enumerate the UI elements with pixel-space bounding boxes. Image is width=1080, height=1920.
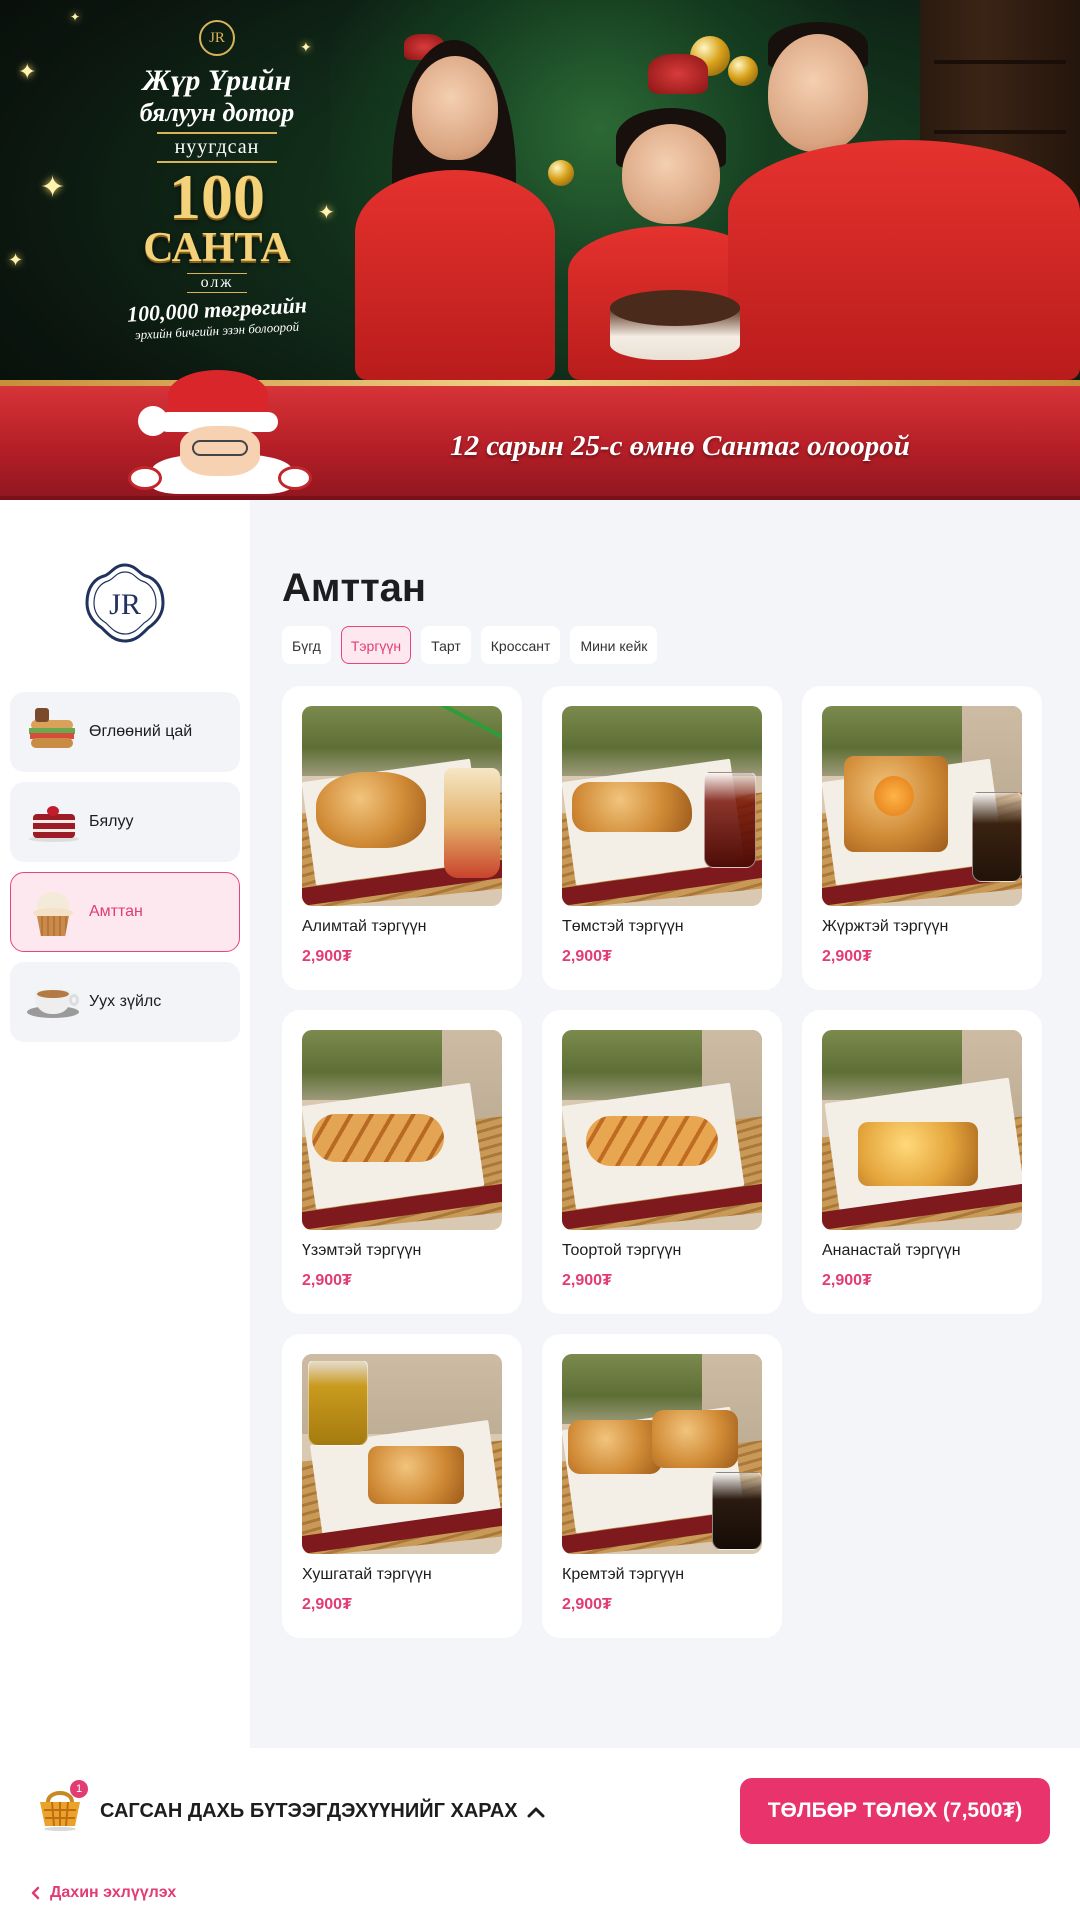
restart-link[interactable]: Дахин эхлүүлэх xyxy=(30,1884,176,1902)
page-title: Амттан xyxy=(282,566,427,610)
product-price: 2,900₮ xyxy=(822,1272,872,1289)
sparkle-icon: ✦ xyxy=(70,10,81,24)
product-card[interactable]: Кремтэй тэргүүн 2,900₮ xyxy=(542,1334,782,1638)
view-cart-button[interactable]: САГСАН ДАХЬ БҮТЭЭГДЭХҮҮНИЙГ ХАРАХ xyxy=(100,1800,546,1823)
product-name: Төмстэй тэргүүн xyxy=(562,918,684,935)
promo-line: бялуун дотор xyxy=(139,98,295,127)
sandwich-icon xyxy=(27,706,79,758)
jr-logo: JR xyxy=(84,562,166,644)
promo-banner[interactable]: ✦ ✦ ✦ ✦ ✦ ✦ JR Жүр Үрийн бялуун дотор ну… xyxy=(0,0,1080,500)
product-photo xyxy=(822,706,1022,906)
svg-text:JR: JR xyxy=(109,588,141,621)
ribbon-text: 12 сарын 25-с өмнө Сантаг олоорой xyxy=(450,430,910,462)
product-price: 2,900₮ xyxy=(302,948,352,965)
christmas-cake xyxy=(591,290,759,372)
filter-chip-all[interactable]: Бүгд xyxy=(282,626,331,664)
promo-line: Жүр Үрийн xyxy=(142,64,292,97)
glasses-icon xyxy=(192,440,248,456)
checkout-footer: 1 САГСАН ДАХЬ БҮТЭЭГДЭХҮҮНИЙГ ХАРАХ ТӨЛБ… xyxy=(0,1748,1080,1920)
sparkle-icon: ✦ xyxy=(8,250,24,271)
gold-ornament xyxy=(548,160,574,186)
chevron-up-icon xyxy=(527,1807,545,1817)
product-name: Ананастай тэргүүн xyxy=(822,1242,961,1259)
filter-chip-turnover[interactable]: Тэргүүн xyxy=(340,626,412,664)
view-cart-label: САГСАН ДАХЬ БҮТЭЭГДЭХҮҮНИЙГ ХАРАХ xyxy=(100,1800,518,1822)
product-card[interactable]: Ананастай тэргүүн 2,900₮ xyxy=(802,1010,1042,1314)
product-photo xyxy=(302,1030,502,1230)
product-card[interactable]: Жүржтэй тэргүүн 2,900₮ xyxy=(802,686,1042,990)
sparkle-icon: ✦ xyxy=(40,170,66,205)
chevron-left-icon xyxy=(31,1886,40,1900)
pay-button[interactable]: ТӨЛБӨР ТӨЛӨХ (7,500₮) xyxy=(740,1778,1050,1844)
promo-big-word: САНТА xyxy=(143,225,291,271)
sidebar-item-drinks[interactable]: Уух зүйлс xyxy=(10,962,240,1042)
jr-logo-badge: JR xyxy=(199,20,235,56)
sidebar-item-breakfast[interactable]: Өглөөний цай xyxy=(10,692,240,772)
product-photo xyxy=(302,706,502,906)
sidebar-item-label: Өглөөний цай xyxy=(89,723,193,740)
product-card[interactable]: Үзэмтэй тэргүүн 2,900₮ xyxy=(282,1010,522,1314)
red-bow xyxy=(648,54,708,94)
product-name: Хушгатай тэргүүн xyxy=(302,1566,432,1583)
product-price: 2,900₮ xyxy=(302,1272,352,1289)
product-name: Жүржтэй тэргүүн xyxy=(822,918,949,935)
restart-label: Дахин эхлүүлэх xyxy=(50,1884,177,1901)
product-price: 2,900₮ xyxy=(562,948,612,965)
promo-text-block: JR Жүр Үрийн бялуун дотор нуугдсан 100 С… xyxy=(92,20,342,342)
product-price: 2,900₮ xyxy=(562,1272,612,1289)
product-price: 2,900₮ xyxy=(302,1596,352,1613)
product-name: Тоортой тэргүүн xyxy=(562,1242,682,1259)
sidebar-item-cake[interactable]: Бялуу xyxy=(10,782,240,862)
product-photo xyxy=(562,706,762,906)
product-photo xyxy=(562,1030,762,1230)
sidebar-item-label: Уух зүйлс xyxy=(89,993,162,1010)
gold-ornament xyxy=(728,56,758,86)
promo-big-number: 100 xyxy=(169,161,265,232)
category-sidebar: JR Өглөөний цай Бялуу Амттан Уух зүйлс xyxy=(0,500,250,1748)
filter-chip-croissant[interactable]: Кроссант xyxy=(480,626,561,664)
product-name: Алимтай тэргүүн xyxy=(302,918,427,935)
cupcake-icon xyxy=(27,886,79,938)
cart-count-badge: 1 xyxy=(70,1780,88,1798)
sidebar-item-label: Бялуу xyxy=(89,813,134,830)
product-price: 2,900₮ xyxy=(822,948,872,965)
product-card[interactable]: Тоортой тэргүүн 2,900₮ xyxy=(542,1010,782,1314)
filter-chips: Бүгд Тэргүүн Тарт Кроссант Мини кейк xyxy=(282,626,658,664)
promo-line: нуугдсан xyxy=(156,132,278,163)
promo-line: олж xyxy=(186,273,248,293)
sidebar-item-desserts[interactable]: Амттан xyxy=(10,872,240,952)
product-name: Кремтэй тэргүүн xyxy=(562,1566,685,1583)
sparkle-icon: ✦ xyxy=(18,60,37,85)
product-card[interactable]: Төмстэй тэргүүн 2,900₮ xyxy=(542,686,782,990)
product-photo xyxy=(302,1354,502,1554)
santa-mascot xyxy=(128,370,318,500)
product-photo xyxy=(822,1030,1022,1230)
product-card[interactable]: Хушгатай тэргүүн 2,900₮ xyxy=(282,1334,522,1638)
product-card[interactable]: Алимтай тэргүүн 2,900₮ xyxy=(282,686,522,990)
product-photo xyxy=(562,1354,762,1554)
product-name: Үзэмтэй тэргүүн xyxy=(302,1242,422,1259)
filter-chip-tart[interactable]: Тарт xyxy=(421,626,471,664)
cake-slice-icon xyxy=(27,796,79,848)
coffee-cup-icon xyxy=(27,976,79,1028)
sidebar-item-label: Амттан xyxy=(89,903,143,920)
product-price: 2,900₮ xyxy=(562,1596,612,1613)
filter-chip-mini-cake[interactable]: Мини кейк xyxy=(570,626,658,664)
